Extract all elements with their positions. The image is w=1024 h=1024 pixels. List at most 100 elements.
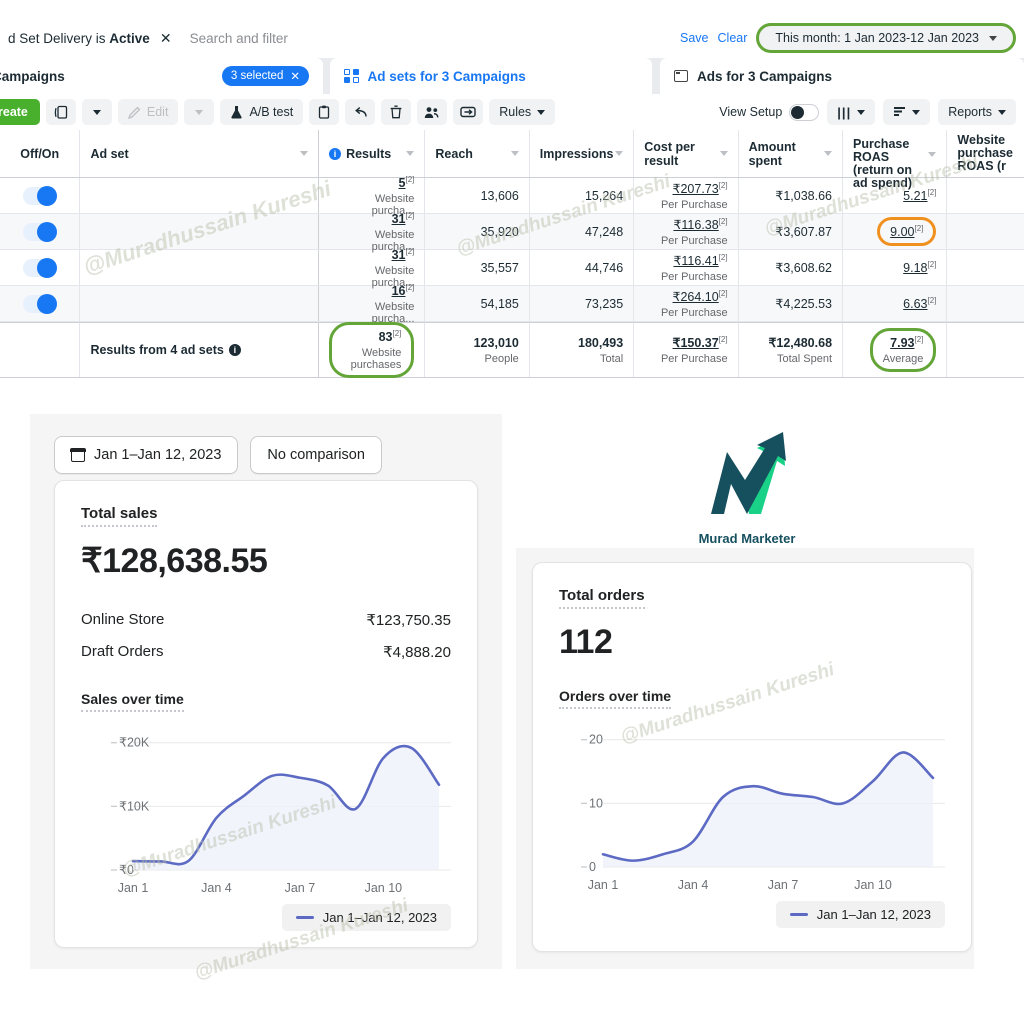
- rules-button[interactable]: Rules: [489, 99, 556, 125]
- sort-caret-icon[interactable]: [928, 152, 937, 157]
- ab-test-button[interactable]: A/B test: [220, 99, 304, 125]
- tab-campaigns[interactable]: Campaigns 3 selected ✕: [0, 58, 323, 94]
- sort-caret-icon[interactable]: [406, 151, 415, 156]
- total-impressions-cell: 180,493 Total: [528, 323, 633, 377]
- column-header-results[interactable]: i Results: [318, 130, 424, 177]
- row-cost-per-result-cell: ₹116.38[2] Per Purchase: [633, 214, 737, 249]
- row-roas-wrapper: 6.63[2]: [903, 296, 936, 311]
- total-offon-cell: [0, 323, 79, 377]
- edit-dropdown-button[interactable]: [184, 99, 215, 125]
- x-axis-tick-label: Jan 10: [365, 881, 403, 895]
- sort-caret-icon[interactable]: [300, 151, 309, 156]
- tab-ads[interactable]: Ads for 3 Campaigns: [660, 58, 1024, 94]
- tab-adsets-label: Ad sets for 3 Campaigns: [367, 68, 526, 84]
- selected-count-badge[interactable]: 3 selected ✕: [221, 66, 309, 86]
- columns-button[interactable]: |||: [827, 99, 876, 125]
- sales-over-time-title: Sales over time: [81, 691, 184, 712]
- column-header-reach[interactable]: Reach: [424, 130, 528, 177]
- table-row[interactable]: 31[2] Website purcha... 35,920 47,248 ₹1…: [0, 211, 1024, 253]
- row-reach-cell: 35,920: [424, 214, 528, 249]
- selected-count-label: 3 selected: [230, 70, 284, 82]
- duplicate-button[interactable]: [45, 99, 76, 125]
- delete-button[interactable]: [381, 99, 412, 125]
- column-header-offon[interactable]: Off/On: [0, 130, 79, 177]
- ad-set-toggle[interactable]: [22, 257, 57, 278]
- duplicate-dropdown-button[interactable]: [81, 99, 112, 125]
- export-button[interactable]: [453, 99, 484, 125]
- ad-set-toggle[interactable]: [22, 293, 57, 314]
- row-adset-cell: [79, 286, 318, 321]
- total-reach-cell: 123,010 People: [424, 323, 528, 377]
- x-axis-tick-label: Jan 4: [201, 881, 232, 895]
- row-roas-footnote: [2]: [914, 224, 924, 233]
- row-roas-wrapper: 5.21[2]: [903, 188, 936, 203]
- view-setup-toggle[interactable]: View Setup: [719, 103, 820, 121]
- row-roas-value: 5.21: [903, 189, 928, 203]
- total-cpr-sublabel: Per Purchase: [660, 353, 728, 365]
- row-cpr-value: ₹207.73: [672, 181, 719, 196]
- view-setup-switch[interactable]: [789, 103, 820, 121]
- row-results-value: 31: [391, 211, 406, 226]
- sort-caret-icon[interactable]: [824, 151, 833, 156]
- undo-button[interactable]: [345, 99, 376, 125]
- column-header-adset[interactable]: Ad set: [79, 130, 318, 177]
- create-button[interactable]: reate: [0, 99, 40, 125]
- tab-adsets[interactable]: Ad sets for 3 Campaigns: [330, 58, 652, 94]
- chart-area-fill: [133, 746, 439, 870]
- row-cost-per-result-cell: ₹207.73[2] Per Purchase: [633, 178, 737, 213]
- column-header-offon-label: Off/On: [20, 146, 60, 161]
- column-header-website-purchase-roas[interactable]: Website purchase ROAS (r: [946, 130, 1024, 177]
- comparison-button[interactable]: No comparison: [250, 436, 382, 474]
- row-cpr-sublabel: Per Purchase: [660, 306, 728, 319]
- save-filter-link[interactable]: Save: [680, 31, 709, 45]
- info-icon[interactable]: i: [228, 344, 241, 356]
- sort-caret-icon[interactable]: [510, 151, 519, 156]
- row-cost-per-result-cell: ₹116.41[2] Per Purchase: [633, 250, 737, 285]
- column-header-amount-spent-label: Amount spent: [748, 139, 796, 168]
- ad-set-toggle[interactable]: [22, 185, 57, 206]
- table-row[interactable]: 16[2] Website purcha... 54,185 73,235 ₹2…: [0, 283, 1024, 325]
- breakdown-value: ₹123,750.35: [366, 612, 451, 629]
- chart-legend-orders: Jan 1–Jan 12, 2023: [775, 901, 945, 928]
- table-row[interactable]: 5[2] Website purcha... 13,606 15,264 ₹20…: [0, 175, 1024, 217]
- row-cpr-sublabel: Per Purchase: [660, 234, 728, 247]
- clear-filter-link[interactable]: Clear: [718, 31, 748, 45]
- row-toggle-cell: [0, 250, 79, 285]
- breakdown-value: ₹4,888.20: [383, 644, 451, 661]
- logo-wordmark: Murad Marketer: [698, 531, 796, 546]
- flask-icon: [231, 106, 243, 119]
- sort-caret-icon[interactable]: [615, 151, 624, 156]
- row-impressions-value: 47,248: [584, 224, 624, 239]
- filter-chip-ad-set-delivery[interactable]: d Set Delivery is Active ✕: [8, 30, 172, 47]
- reports-button[interactable]: Reports: [938, 99, 1016, 125]
- row-impressions-value: 15,264: [584, 188, 624, 203]
- pencil-icon: [127, 106, 141, 119]
- date-range-button[interactable]: Jan 1–Jan 12, 2023: [54, 436, 239, 474]
- chevron-down-icon: [857, 109, 866, 115]
- column-header-cost-per-result[interactable]: Cost per result: [633, 130, 737, 177]
- sort-caret-icon[interactable]: [719, 151, 728, 156]
- row-spent-value: ₹3,608.62: [775, 261, 833, 275]
- ad-set-toggle[interactable]: [22, 221, 57, 242]
- breakdown-row-draft-orders: Draft Orders ₹4,888.20: [81, 643, 451, 661]
- info-icon[interactable]: i: [329, 147, 342, 160]
- column-header-impressions[interactable]: Impressions: [528, 130, 633, 177]
- search-input[interactable]: Search and filter: [190, 31, 288, 46]
- toolbar-right-group: View Setup ||| Reports: [719, 99, 1024, 125]
- row-reach-value: 13,606: [480, 188, 519, 203]
- table-body: 5[2] Website purcha... 13,606 15,264 ₹20…: [0, 175, 1024, 325]
- copy-button[interactable]: [309, 99, 340, 125]
- comparison-label: No comparison: [267, 447, 365, 463]
- date-range-label: Jan 1–Jan 12, 2023: [94, 447, 222, 463]
- breakdown-button[interactable]: [883, 99, 931, 125]
- table-row[interactable]: 31[2] Website purcha... 35,557 44,746 ₹1…: [0, 247, 1024, 289]
- selected-count-close-icon[interactable]: ✕: [290, 69, 300, 83]
- column-header-purchase-roas[interactable]: Purchase ROAS (return on ad spend): [842, 130, 946, 190]
- column-header-amount-spent[interactable]: Amount spent: [737, 130, 842, 177]
- total-cost-per-result-cell: ₹150.37[2] Per Purchase: [633, 323, 737, 377]
- edit-button[interactable]: Edit: [117, 99, 179, 125]
- filter-chip-close-icon[interactable]: ✕: [160, 30, 172, 47]
- row-purchase-roas-cell: 9.18[2]: [842, 250, 946, 285]
- audience-button[interactable]: [417, 99, 448, 125]
- date-range-picker[interactable]: This month: 1 Jan 2023-12 Jan 2023: [756, 23, 1016, 53]
